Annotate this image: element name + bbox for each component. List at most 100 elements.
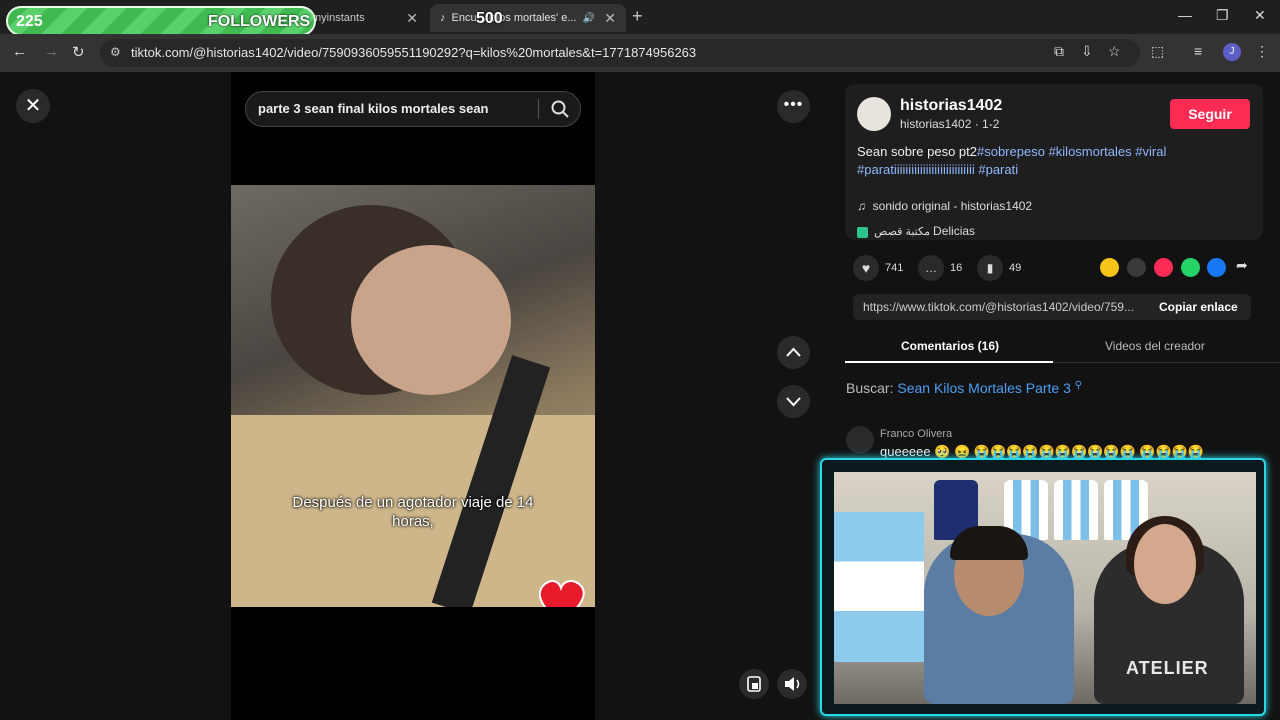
playlist-name: Delicias bbox=[933, 224, 976, 238]
suggestion-value: Sean Kilos Mortales Parte 3 bbox=[897, 380, 1071, 396]
tiktok-page: ✕ Después de un agotador viaje de 14 hor… bbox=[0, 72, 1280, 720]
comment-icon: … bbox=[918, 255, 944, 281]
minimize-button[interactable]: — bbox=[1178, 7, 1192, 23]
close-button[interactable]: ✕ bbox=[16, 89, 50, 123]
hashtag[interactable]: #viral bbox=[1135, 144, 1166, 159]
chevron-down-icon bbox=[786, 397, 801, 407]
copy-link-button[interactable]: Copiar enlace bbox=[1159, 300, 1238, 314]
video-player[interactable]: Después de un agotador viaje de 14 horas… bbox=[231, 72, 595, 720]
webcam-scene: ATELIER bbox=[834, 472, 1256, 704]
sound-link[interactable]: ♫ sonido original - historias1402 bbox=[857, 199, 1032, 213]
url-text: tiktok.com/@historias1402/video/75909360… bbox=[131, 45, 697, 60]
pip-icon bbox=[747, 676, 761, 692]
comment-button[interactable]: … 16 bbox=[918, 255, 962, 281]
streamer-left-hair bbox=[950, 526, 1028, 560]
facebook-icon[interactable] bbox=[1207, 258, 1226, 277]
tab-comments[interactable]: Comentarios (16) bbox=[901, 339, 999, 353]
video-subtitle: Después de un agotador viaje de 14 horas… bbox=[292, 494, 534, 530]
address-toolbar: ← → ↻ ⚙ tiktok.com/@historias1402/video/… bbox=[0, 34, 1280, 72]
previous-video-button[interactable] bbox=[777, 336, 810, 369]
forward-icon[interactable]: → bbox=[44, 43, 59, 60]
more-options-button[interactable]: ••• bbox=[777, 90, 810, 123]
reload-icon[interactable]: ↻ bbox=[72, 43, 85, 61]
tab-tiktok[interactable]: ♪ Encu... kilos mortales' e... 🔊 ✕ bbox=[430, 4, 626, 32]
chevron-up-icon bbox=[786, 347, 801, 357]
shirt-print: ATELIER bbox=[1126, 658, 1209, 678]
argentina-flag bbox=[834, 512, 924, 662]
author-username[interactable]: historias1402 bbox=[900, 97, 1002, 115]
embed-icon[interactable] bbox=[1127, 258, 1146, 277]
hashtag[interactable]: #sobrepeso bbox=[977, 144, 1045, 159]
followers-label: FOLLOWERS bbox=[208, 13, 311, 30]
volume-button[interactable] bbox=[777, 669, 807, 699]
tiktok-icon: ♪ bbox=[440, 12, 446, 24]
repost-icon[interactable] bbox=[1100, 258, 1119, 277]
speaker-icon bbox=[785, 677, 800, 691]
next-video-button[interactable] bbox=[777, 385, 810, 418]
streamer-right-head bbox=[1134, 524, 1196, 604]
panel-tabs: Comentarios (16) Videos del creador bbox=[845, 336, 1280, 363]
whatsapp-icon[interactable] bbox=[1181, 258, 1200, 277]
save-button[interactable]: ▮ 49 bbox=[977, 255, 1021, 281]
media-control-icon[interactable]: ≡ bbox=[1194, 43, 1202, 59]
video-search-bar[interactable]: parte 3 sean final kilos mortales sean bbox=[245, 91, 581, 127]
video-figure bbox=[351, 245, 511, 395]
playlist-arabic: مكتبة قصص bbox=[874, 226, 930, 238]
menu-icon[interactable]: ⋮ bbox=[1255, 43, 1269, 60]
maximize-button[interactable]: ❐ bbox=[1216, 7, 1229, 24]
copy-link-row: https://www.tiktok.com/@historias1402/vi… bbox=[853, 294, 1251, 320]
search-icon: ⚲ bbox=[1074, 380, 1083, 391]
new-tab-button[interactable]: + bbox=[632, 6, 643, 27]
speaker-icon[interactable]: 🔊 bbox=[582, 13, 594, 24]
tab-creator-videos[interactable]: Videos del creador bbox=[1105, 339, 1205, 353]
video-info-card: historias1402 historias1402 · 1-2 Seguir… bbox=[845, 84, 1263, 240]
suggestion-label: Buscar: bbox=[846, 380, 894, 396]
back-icon[interactable]: ← bbox=[12, 43, 27, 60]
close-window-button[interactable]: ✕ bbox=[1254, 7, 1266, 24]
like-count: 741 bbox=[885, 261, 904, 274]
sound-title: sonido original - historias1402 bbox=[872, 199, 1033, 213]
save-count: 49 bbox=[1009, 261, 1022, 274]
address-bar[interactable]: ⚙ tiktok.com/@historias1402/video/759093… bbox=[100, 39, 1140, 67]
floating-player-button[interactable] bbox=[739, 669, 769, 699]
commenter-avatar[interactable] bbox=[846, 426, 874, 454]
hashtag[interactable]: #kilosmortales bbox=[1049, 144, 1132, 159]
send-icon[interactable] bbox=[1154, 258, 1173, 277]
bookmark-icon: ▮ bbox=[977, 255, 1003, 281]
tab-title: myinstants bbox=[312, 12, 365, 24]
like-button[interactable]: ♥ 741 bbox=[853, 255, 903, 281]
description-text: Sean sobre peso pt2 bbox=[857, 144, 977, 159]
music-note-icon: ♫ bbox=[857, 199, 866, 213]
author-avatar[interactable] bbox=[857, 97, 891, 131]
playlist-link[interactable]: مكتبة قصص Delicias bbox=[857, 224, 975, 238]
profile-avatar[interactable]: J bbox=[1223, 43, 1241, 61]
author-subline: historias1402 · 1-2 bbox=[900, 117, 1000, 131]
bookmark-star-icon[interactable]: ☆ bbox=[1108, 43, 1121, 60]
close-tab-icon[interactable]: ✕ bbox=[604, 10, 616, 27]
hashtag[interactable]: #paratiiiiiiiiiiiiiiiiiiiiiiiiiiii bbox=[857, 162, 975, 177]
search-suggestion[interactable]: Buscar: Sean Kilos Mortales Parte 3 ⚲ bbox=[846, 380, 1082, 396]
install-icon[interactable]: ⇩ bbox=[1081, 43, 1093, 60]
hashtag[interactable]: #parati bbox=[978, 162, 1018, 177]
video-description: Sean sobre peso pt2#sobrepeso #kilosmort… bbox=[857, 143, 1252, 179]
follow-button[interactable]: Seguir bbox=[1170, 99, 1250, 129]
heart-icon: ♥ bbox=[853, 255, 879, 281]
webcam-overlay: ATELIER bbox=[820, 458, 1266, 716]
followers-goal-bar: 225 FOLLOWERS bbox=[6, 6, 316, 36]
video-link: https://www.tiktok.com/@historias1402/vi… bbox=[863, 300, 1134, 314]
site-info-icon[interactable]: ⚙ bbox=[110, 45, 121, 59]
translate-icon[interactable]: ⧉ bbox=[1054, 43, 1064, 60]
followers-count: 225 bbox=[16, 13, 43, 30]
video-frame: Después de un agotador viaje de 14 horas… bbox=[231, 185, 595, 607]
search-query: parte 3 sean final kilos mortales sean bbox=[258, 101, 489, 116]
commenter-name[interactable]: Franco Olivera bbox=[880, 428, 952, 440]
extensions-icon[interactable]: ⬚ bbox=[1151, 43, 1164, 60]
search-divider bbox=[538, 99, 539, 119]
share-arrow-icon[interactable]: ➦ bbox=[1236, 257, 1248, 274]
close-tab-icon[interactable]: ✕ bbox=[406, 10, 418, 27]
tab-title: Encu... kilos mortales' e... bbox=[451, 12, 577, 24]
heart-sticker-icon bbox=[538, 580, 585, 607]
active-tab-underline bbox=[845, 361, 1053, 363]
playlist-icon bbox=[857, 226, 868, 238]
search-icon[interactable] bbox=[550, 99, 570, 119]
